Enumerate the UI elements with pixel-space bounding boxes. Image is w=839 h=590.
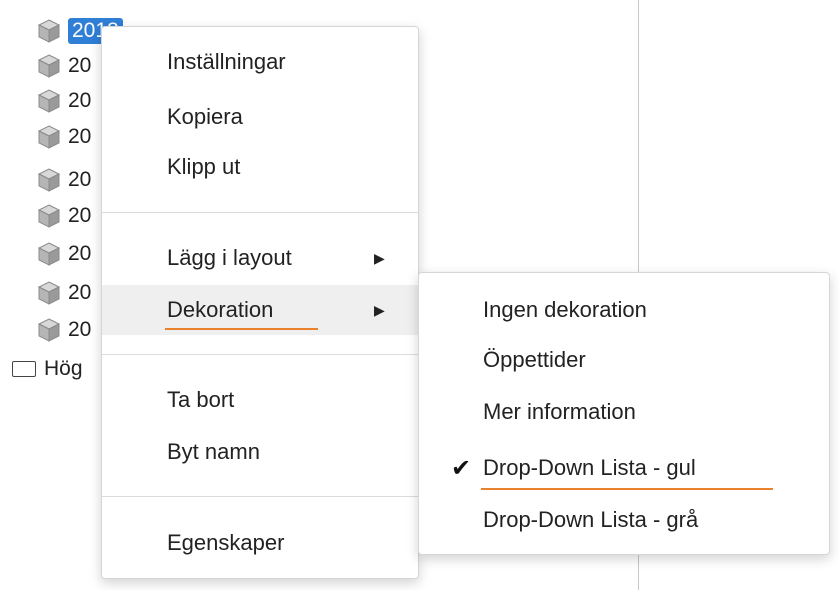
active-underline xyxy=(481,488,773,490)
menu-item-byt-namn[interactable]: Byt namn xyxy=(102,427,418,477)
menu-item-label: Dekoration xyxy=(167,297,274,322)
tree-item[interactable]: 20 xyxy=(36,165,91,195)
menu-item-lagg-i-layout[interactable]: Lägg i layout ▶ xyxy=(102,233,418,283)
cube-icon xyxy=(37,125,61,149)
submenu-item-dropdown-gra[interactable]: Drop-Down Lista - grå xyxy=(419,495,829,545)
menu-item-kopiera[interactable]: Kopiera xyxy=(102,92,418,142)
tree-item-label[interactable]: 20 xyxy=(68,89,91,113)
submenu-arrow-icon: ▶ xyxy=(374,249,385,266)
cube-icon xyxy=(37,281,61,305)
tree-item-label[interactable]: 20 xyxy=(68,54,91,78)
dekoration-submenu: Ingen dekoration Öppettider Mer informat… xyxy=(418,272,830,555)
cube-icon xyxy=(37,54,61,78)
tree-item[interactable]: 20 xyxy=(36,315,91,345)
cube-icon xyxy=(37,204,61,228)
tree-item[interactable]: 20 xyxy=(36,239,91,269)
tree-item-label[interactable]: 20 xyxy=(68,168,91,192)
cube-icon xyxy=(37,168,61,192)
tree-view: 2018 20 20 20 20 20 20 20 20 Hög xyxy=(0,0,123,400)
active-underline xyxy=(165,328,318,330)
submenu-item-ingen[interactable]: Ingen dekoration xyxy=(419,285,829,335)
menu-item-ta-bort[interactable]: Ta bort xyxy=(102,375,418,425)
submenu-item-label: Drop-Down Lista - grå xyxy=(483,507,699,532)
tree-item[interactable]: 20 xyxy=(36,86,91,116)
tree-item-label[interactable]: 20 xyxy=(68,125,91,149)
menu-separator xyxy=(102,354,418,355)
submenu-item-oppettider[interactable]: Öppettider xyxy=(419,335,829,385)
menu-item-dekoration[interactable]: Dekoration ▶ xyxy=(102,285,418,335)
menu-separator xyxy=(102,496,418,497)
tree-item[interactable]: 20 xyxy=(36,51,91,81)
submenu-item-dropdown-gul[interactable]: ✔ Drop-Down Lista - gul xyxy=(419,443,829,493)
cube-icon xyxy=(37,19,61,43)
menu-item-label: Egenskaper xyxy=(167,530,285,555)
cube-icon xyxy=(37,318,61,342)
tree-folder-item[interactable]: Hög xyxy=(8,354,83,384)
submenu-arrow-icon: ▶ xyxy=(374,301,385,318)
menu-item-label: Inställningar xyxy=(167,49,286,74)
menu-item-label: Kopiera xyxy=(167,104,243,129)
menu-separator xyxy=(102,212,418,213)
tree-item[interactable]: 20 xyxy=(36,122,91,152)
menu-item-label: Byt namn xyxy=(167,439,260,464)
menu-item-label: Klipp ut xyxy=(167,154,241,179)
tree-item-label[interactable]: 20 xyxy=(68,242,91,266)
tree-item-label[interactable]: 20 xyxy=(68,204,91,228)
tree-item[interactable]: 20 xyxy=(36,278,91,308)
submenu-item-label: Drop-Down Lista - gul xyxy=(483,455,696,480)
menu-item-installningar[interactable]: Inställningar xyxy=(102,37,418,87)
menu-item-klipp-ut[interactable]: Klipp ut xyxy=(102,142,418,192)
tree-item-label[interactable]: 20 xyxy=(68,281,91,305)
tree-folder-label[interactable]: Hög xyxy=(44,357,83,381)
context-menu: Inställningar Kopiera Klipp ut Lägg i la… xyxy=(101,26,419,579)
tree-item[interactable]: 20 xyxy=(36,201,91,231)
menu-item-label: Lägg i layout xyxy=(167,245,292,270)
cube-icon xyxy=(37,242,61,266)
menu-item-label: Ta bort xyxy=(167,387,235,412)
checkmark-icon: ✔ xyxy=(451,454,472,482)
menu-item-egenskaper[interactable]: Egenskaper xyxy=(102,518,418,568)
folder-icon xyxy=(12,361,36,377)
submenu-item-mer-information[interactable]: Mer information xyxy=(419,387,829,437)
submenu-item-label: Mer information xyxy=(483,399,636,424)
cube-icon xyxy=(37,89,61,113)
submenu-item-label: Ingen dekoration xyxy=(483,297,647,322)
tree-item-label[interactable]: 20 xyxy=(68,318,91,342)
submenu-item-label: Öppettider xyxy=(483,347,586,372)
